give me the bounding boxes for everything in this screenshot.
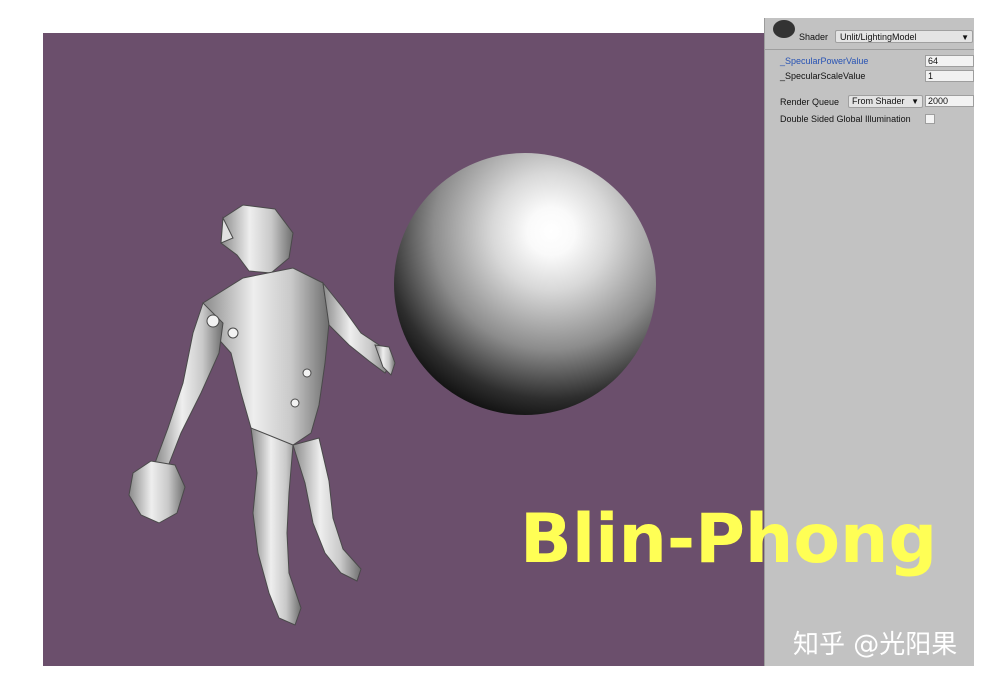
watermark: 知乎 @光阳果 (793, 630, 958, 660)
double-sided-gi-label: Double Sided Global Illumination (780, 114, 911, 124)
render-queue-value-field[interactable]: 2000 (925, 95, 974, 107)
divider (765, 49, 974, 50)
material-preview-icon (773, 20, 795, 38)
specular-sphere (394, 153, 656, 415)
double-sided-gi-checkbox[interactable] (925, 114, 935, 124)
render-queue-label: Render Queue (780, 97, 840, 107)
caret-down-icon: ▼ (911, 97, 919, 106)
shader-dropdown[interactable]: Unlit/LightingModel ▼ (835, 30, 973, 43)
caret-down-icon: ▼ (961, 33, 969, 42)
render-queue-mode: From Shader (852, 96, 905, 106)
character-model (128, 204, 396, 626)
property-label-specular-scale: _SpecularScaleValue (780, 71, 866, 81)
shader-row: Shader Unlit/LightingModel ▼ (765, 20, 974, 46)
specular-scale-field[interactable]: 1 (925, 70, 974, 82)
shader-value: Unlit/LightingModel (840, 32, 917, 42)
overlay-title: Blin-Phong (520, 500, 938, 579)
shader-label: Shader (799, 32, 829, 42)
specular-power-field[interactable]: 64 (925, 55, 974, 67)
render-queue-dropdown[interactable]: From Shader ▼ (848, 95, 923, 108)
property-label-specular-power: _SpecularPowerValue (780, 56, 869, 66)
